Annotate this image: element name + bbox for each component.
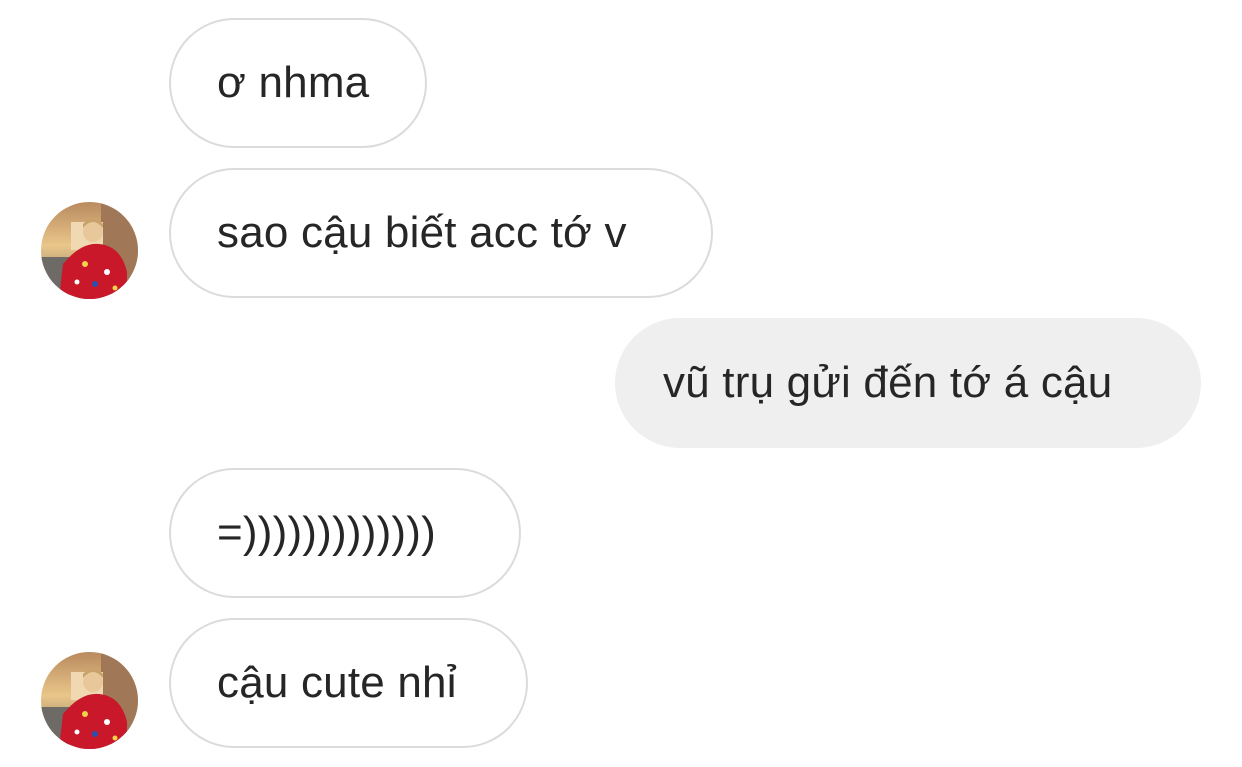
message-thread: ơ nhma sao cậu biết acc tớ v vũ trụ gửi … bbox=[0, 0, 1242, 767]
message-bubble-received[interactable]: ơ nhma bbox=[169, 18, 427, 148]
message-text: ơ nhma bbox=[217, 58, 370, 107]
avatar-photo-icon bbox=[41, 202, 138, 299]
message-bubble-received[interactable]: cậu cute nhỉ bbox=[169, 618, 528, 748]
message-text: =))))))))))))) bbox=[217, 508, 436, 557]
message-text: sao cậu biết acc tớ v bbox=[217, 208, 627, 257]
message-text: cậu cute nhỉ bbox=[217, 658, 457, 707]
message-bubble-received[interactable]: sao cậu biết acc tớ v bbox=[169, 168, 713, 298]
message-text: vũ trụ gửi đến tớ á cậu bbox=[663, 358, 1113, 407]
sender-avatar[interactable] bbox=[41, 652, 138, 749]
message-bubble-sent[interactable]: vũ trụ gửi đến tớ á cậu bbox=[615, 318, 1201, 448]
avatar-photo-icon bbox=[41, 652, 138, 749]
sender-avatar[interactable] bbox=[41, 202, 138, 299]
message-bubble-received[interactable]: =))))))))))))) bbox=[169, 468, 521, 598]
